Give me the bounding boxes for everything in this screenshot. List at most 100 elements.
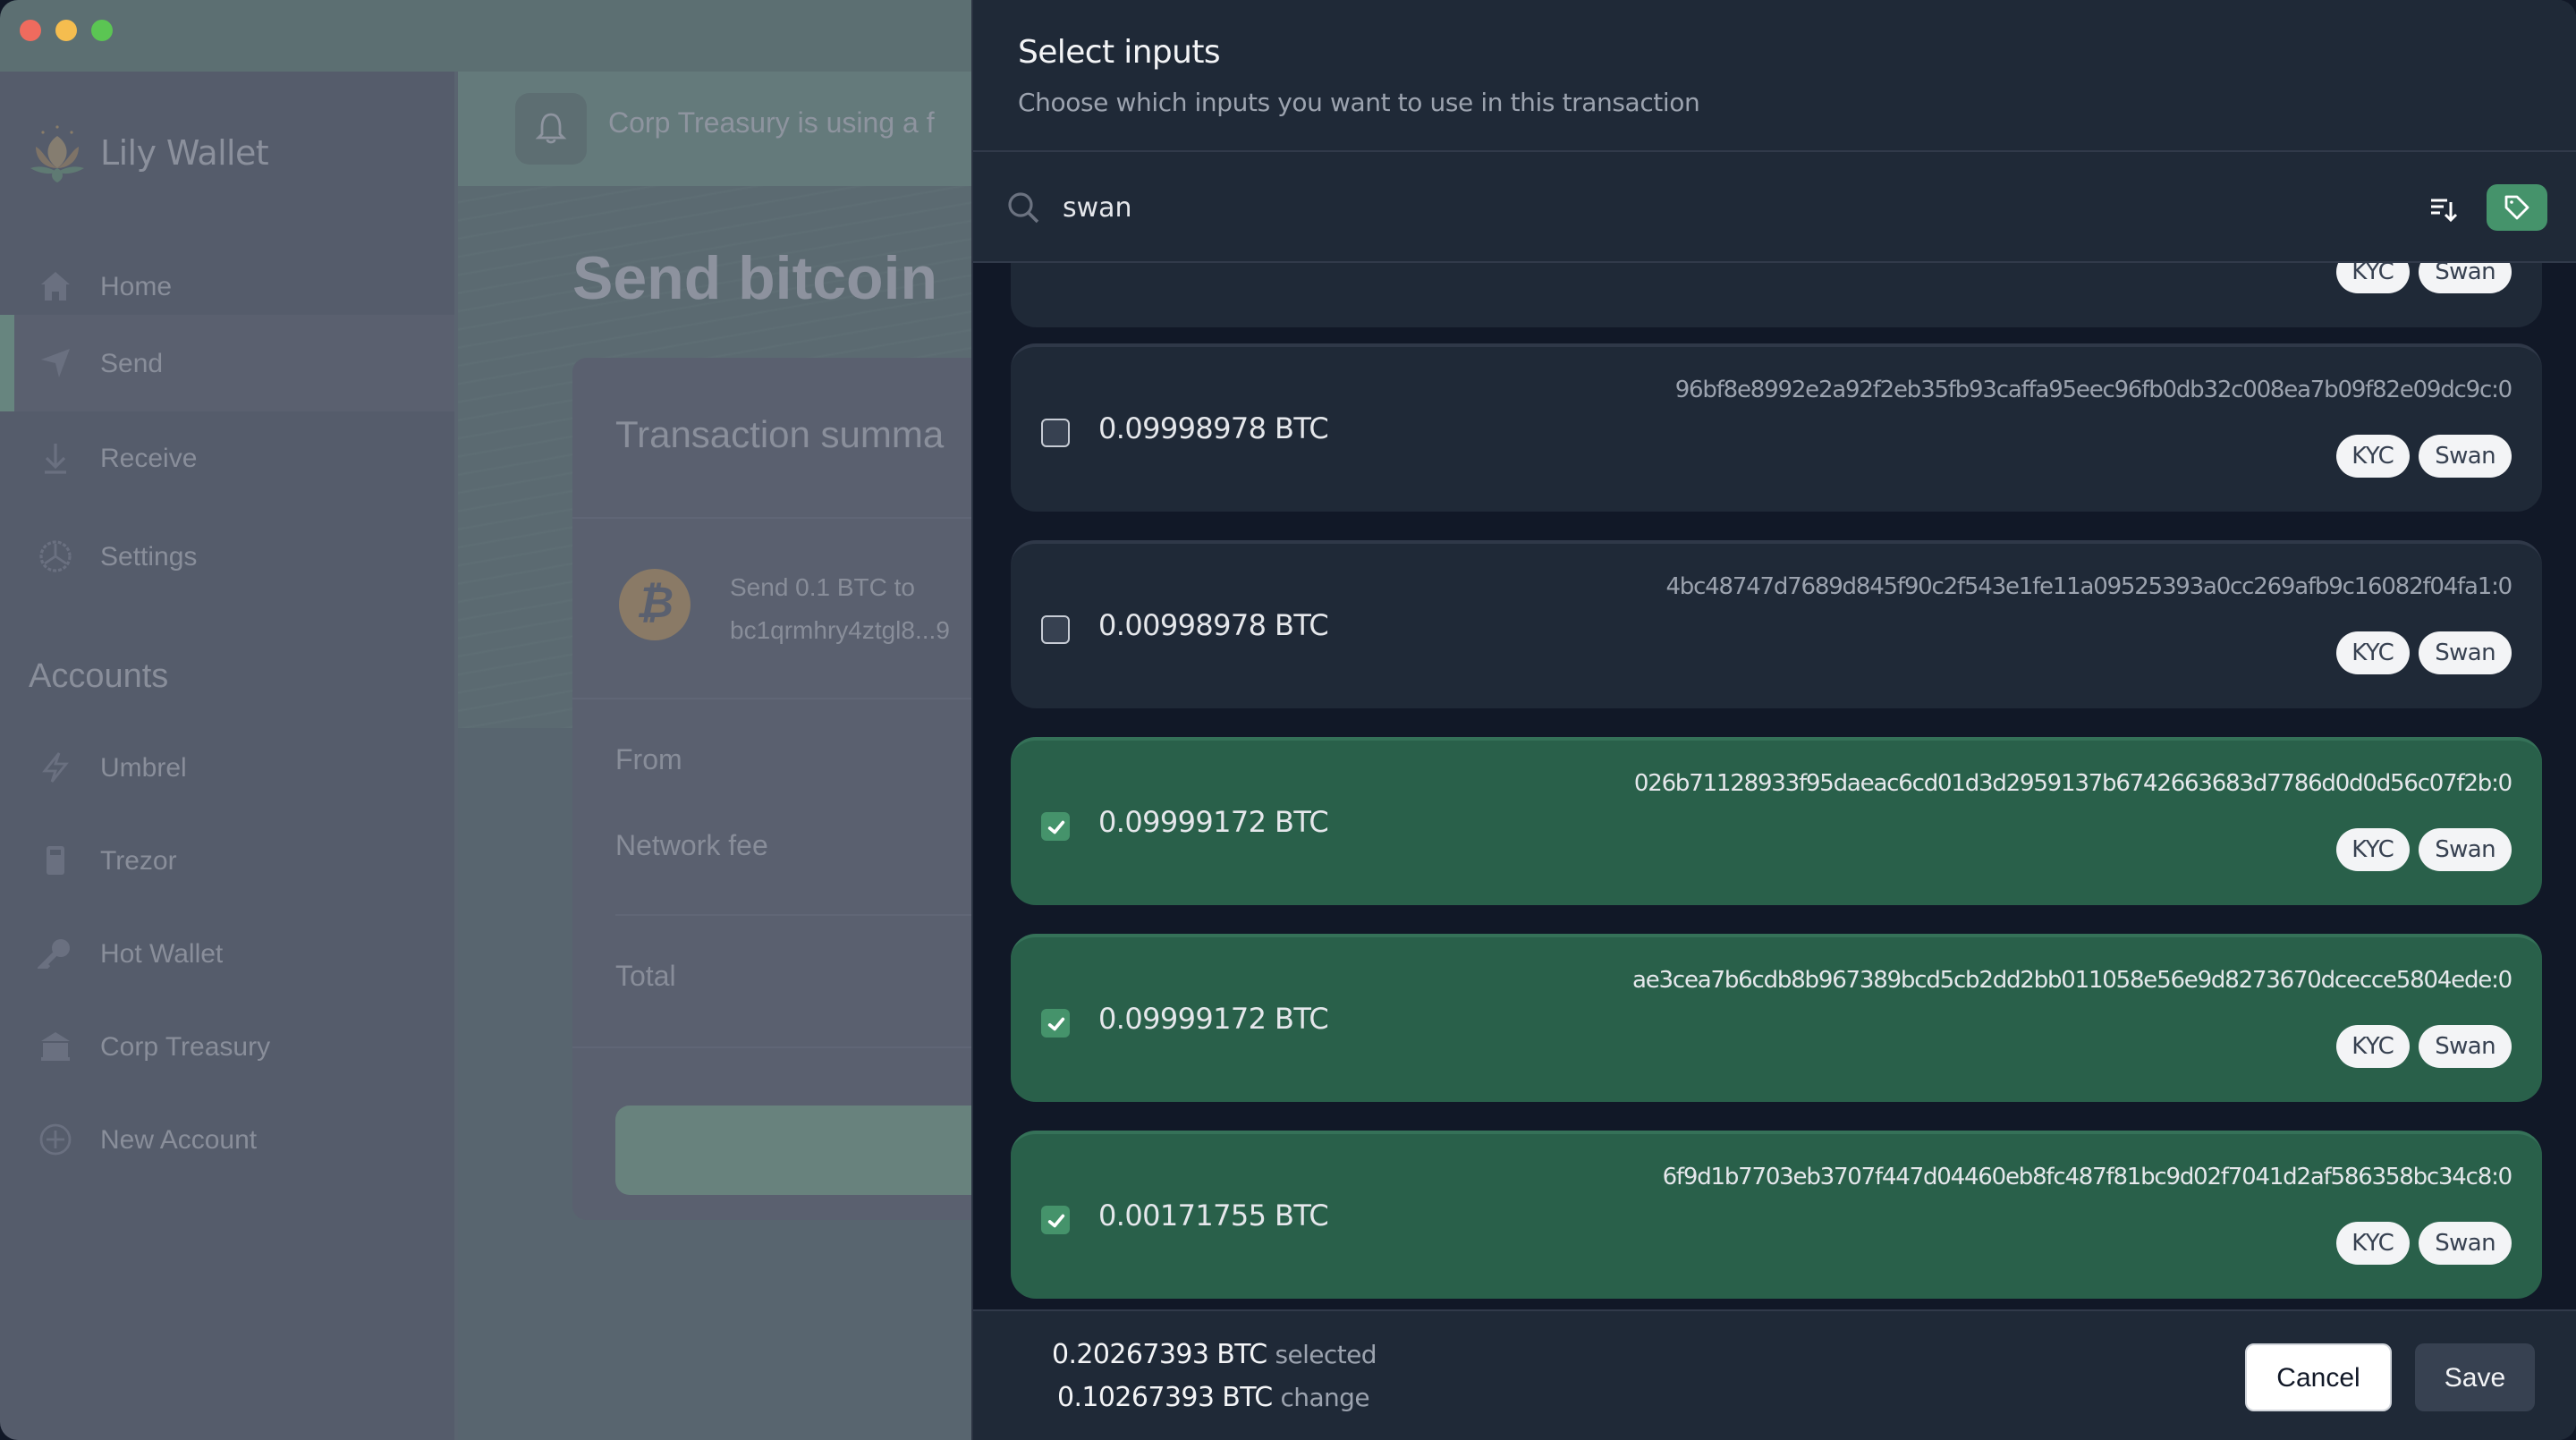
sidebar-item-label: Umbrel (100, 752, 187, 783)
sidebar-account-corp-treasury[interactable]: Corp Treasury (0, 998, 454, 1095)
calculator-icon (36, 841, 75, 880)
tag-pill: KYC (2335, 828, 2411, 871)
utxo-tags: KYC Swan (2335, 828, 2512, 871)
page-title: Send bitcoin (572, 245, 937, 313)
sort-descending-icon (2431, 199, 2458, 223)
tag-pill: Swan (2419, 435, 2512, 478)
sidebar-item-label: Hot Wallet (100, 938, 224, 969)
tag-pill: KYC (2335, 435, 2411, 478)
accounts-heading: Accounts (29, 658, 169, 696)
close-window-button[interactable] (20, 20, 41, 41)
utxo-checkbox-checked[interactable] (1041, 1009, 1070, 1038)
tag-pill: Swan (2419, 631, 2512, 674)
download-icon (36, 438, 75, 478)
select-inputs-panel: Select inputs Choose which inputs you wa… (971, 0, 2576, 1440)
sidebar-item-label: Receive (100, 443, 198, 473)
key-icon (36, 934, 75, 973)
plus-circle-icon (36, 1120, 75, 1159)
selected-total: 0.20267393 BTC selected (1052, 1338, 1377, 1370)
utxo-row-selected[interactable]: 0.09999172 BTC 026b71128933f95daeac6cd01… (1011, 737, 2542, 905)
utxo-tags: KYC Swan (2335, 631, 2512, 674)
bell-icon (515, 93, 587, 165)
tag-pill: KYC (2335, 1222, 2411, 1265)
utxo-row[interactable]: 0.09998978 BTC 96bf8e8992e2a92f2eb35fb93… (1011, 343, 2542, 512)
sidebar-item-receive[interactable]: Receive (0, 410, 454, 506)
utxo-tags: KYC Swan (2335, 435, 2512, 478)
home-icon (36, 267, 75, 306)
send-amount-line: Send 0.1 BTC to (730, 572, 916, 601)
utxo-txid: ae3cea7b6cdb8b967389bcd5cb2dd2bb011058e5… (1632, 968, 2512, 995)
checkmark-icon (1046, 1016, 1064, 1030)
change-label: change (1280, 1385, 1370, 1413)
total-label: Total (615, 962, 676, 993)
utxo-tags: KYC Swan (2335, 263, 2512, 293)
search-bar (973, 152, 2576, 263)
sidebar-account-trezor[interactable]: Trezor (0, 812, 454, 909)
tag-pill: KYC (2335, 1025, 2411, 1068)
sidebar-item-label: Corp Treasury (100, 1031, 271, 1062)
search-input[interactable] (1063, 181, 2315, 234)
app-logo[interactable]: Lily Wallet (25, 122, 269, 186)
utxo-checkbox[interactable] (1041, 615, 1070, 644)
gear-icon (36, 537, 75, 576)
utxo-checkbox[interactable] (1041, 419, 1070, 447)
utxo-amount: 0.09999172 BTC (1098, 1002, 1329, 1036)
tag-pill: KYC (2335, 263, 2411, 293)
from-label: From (615, 746, 682, 776)
search-icon (1008, 192, 1039, 224)
panel-footer: 0.20267393 BTC selected 0.10267393 BTC c… (973, 1309, 2576, 1440)
sidebar: Lily Wallet Home Send Receive Settings A… (0, 72, 458, 1440)
selected-amount: 0.20267393 BTC (1052, 1338, 1267, 1370)
utxo-tags: KYC Swan (2335, 1222, 2512, 1265)
utxo-txid: 6f9d1b7703eb3707f447d04460eb8fc487f81bc9… (1662, 1165, 2513, 1191)
bank-icon (36, 1027, 75, 1066)
sidebar-item-send[interactable]: Send (0, 315, 454, 411)
network-fee-label: Network fee (615, 832, 768, 862)
change-total: 0.10267393 BTC change (1057, 1381, 1370, 1413)
sidebar-new-account[interactable]: New Account (0, 1091, 454, 1188)
lotus-logo-icon (30, 125, 84, 182)
app-name: Lily Wallet (100, 134, 269, 174)
recipient-address: bc1qrmhry4ztgl8...9 (730, 615, 950, 644)
utxo-amount: 0.00171755 BTC (1098, 1199, 1329, 1232)
utxo-amount: 0.09999172 BTC (1098, 805, 1329, 839)
sidebar-account-hot-wallet[interactable]: Hot Wallet (0, 905, 454, 1002)
utxo-checkbox-checked[interactable] (1041, 1206, 1070, 1234)
sidebar-item-label: Home (100, 271, 173, 301)
utxo-tags: KYC Swan (2335, 1025, 2512, 1068)
panel-header: Select inputs Choose which inputs you wa… (973, 0, 2576, 152)
utxo-list[interactable]: KYC Swan 0.09998978 BTC 96bf8e8992e2a92f… (973, 263, 2576, 1309)
sidebar-item-label: Send (100, 348, 164, 378)
sidebar-item-settings[interactable]: Settings (0, 508, 454, 605)
utxo-amount: 0.00998978 BTC (1098, 608, 1329, 642)
tag-pill: Swan (2419, 1025, 2512, 1068)
sort-button[interactable] (2419, 184, 2469, 234)
checkmark-icon (1046, 1213, 1064, 1227)
checkmark-icon (1046, 819, 1064, 834)
cancel-button[interactable]: Cancel (2245, 1343, 2392, 1411)
minimize-window-button[interactable] (55, 20, 77, 41)
app-window: Lily Wallet Home Send Receive Settings A… (0, 0, 2576, 1440)
panel-subtitle: Choose which inputs you want to use in t… (1018, 89, 1700, 118)
utxo-txid: 96bf8e8992e2a92f2eb35fb93caffa95eec96fb0… (1674, 377, 2512, 404)
banner-message: Corp Treasury is using a f (608, 109, 935, 140)
utxo-checkbox-checked[interactable] (1041, 812, 1070, 841)
selected-label: selected (1275, 1342, 1377, 1370)
utxo-txid: 026b71128933f95daeac6cd01d3d2959137b6742… (1633, 771, 2512, 798)
sidebar-account-umbrel[interactable]: Umbrel (0, 719, 454, 816)
save-button[interactable]: Save (2415, 1343, 2535, 1411)
sidebar-item-label: Trezor (100, 845, 177, 876)
tag-pill: Swan (2419, 263, 2512, 293)
tag-icon (2504, 195, 2529, 220)
send-icon (36, 343, 75, 383)
utxo-row[interactable]: 0.00998978 BTC 4bc48747d7689d845f90c2f54… (1011, 540, 2542, 708)
utxo-row-selected[interactable]: 0.00171755 BTC 6f9d1b7703eb3707f447d0446… (1011, 1131, 2542, 1299)
tag-filter-button[interactable] (2487, 184, 2547, 231)
utxo-row-selected[interactable]: 0.09999172 BTC ae3cea7b6cdb8b967389bcd5c… (1011, 934, 2542, 1102)
sidebar-item-label: New Account (100, 1124, 258, 1155)
tag-pill: Swan (2419, 1222, 2512, 1265)
bitcoin-icon: ₿ (619, 569, 691, 640)
maximize-window-button[interactable] (91, 20, 113, 41)
sidebar-item-label: Settings (100, 541, 198, 572)
utxo-row[interactable]: KYC Swan (1011, 263, 2542, 327)
